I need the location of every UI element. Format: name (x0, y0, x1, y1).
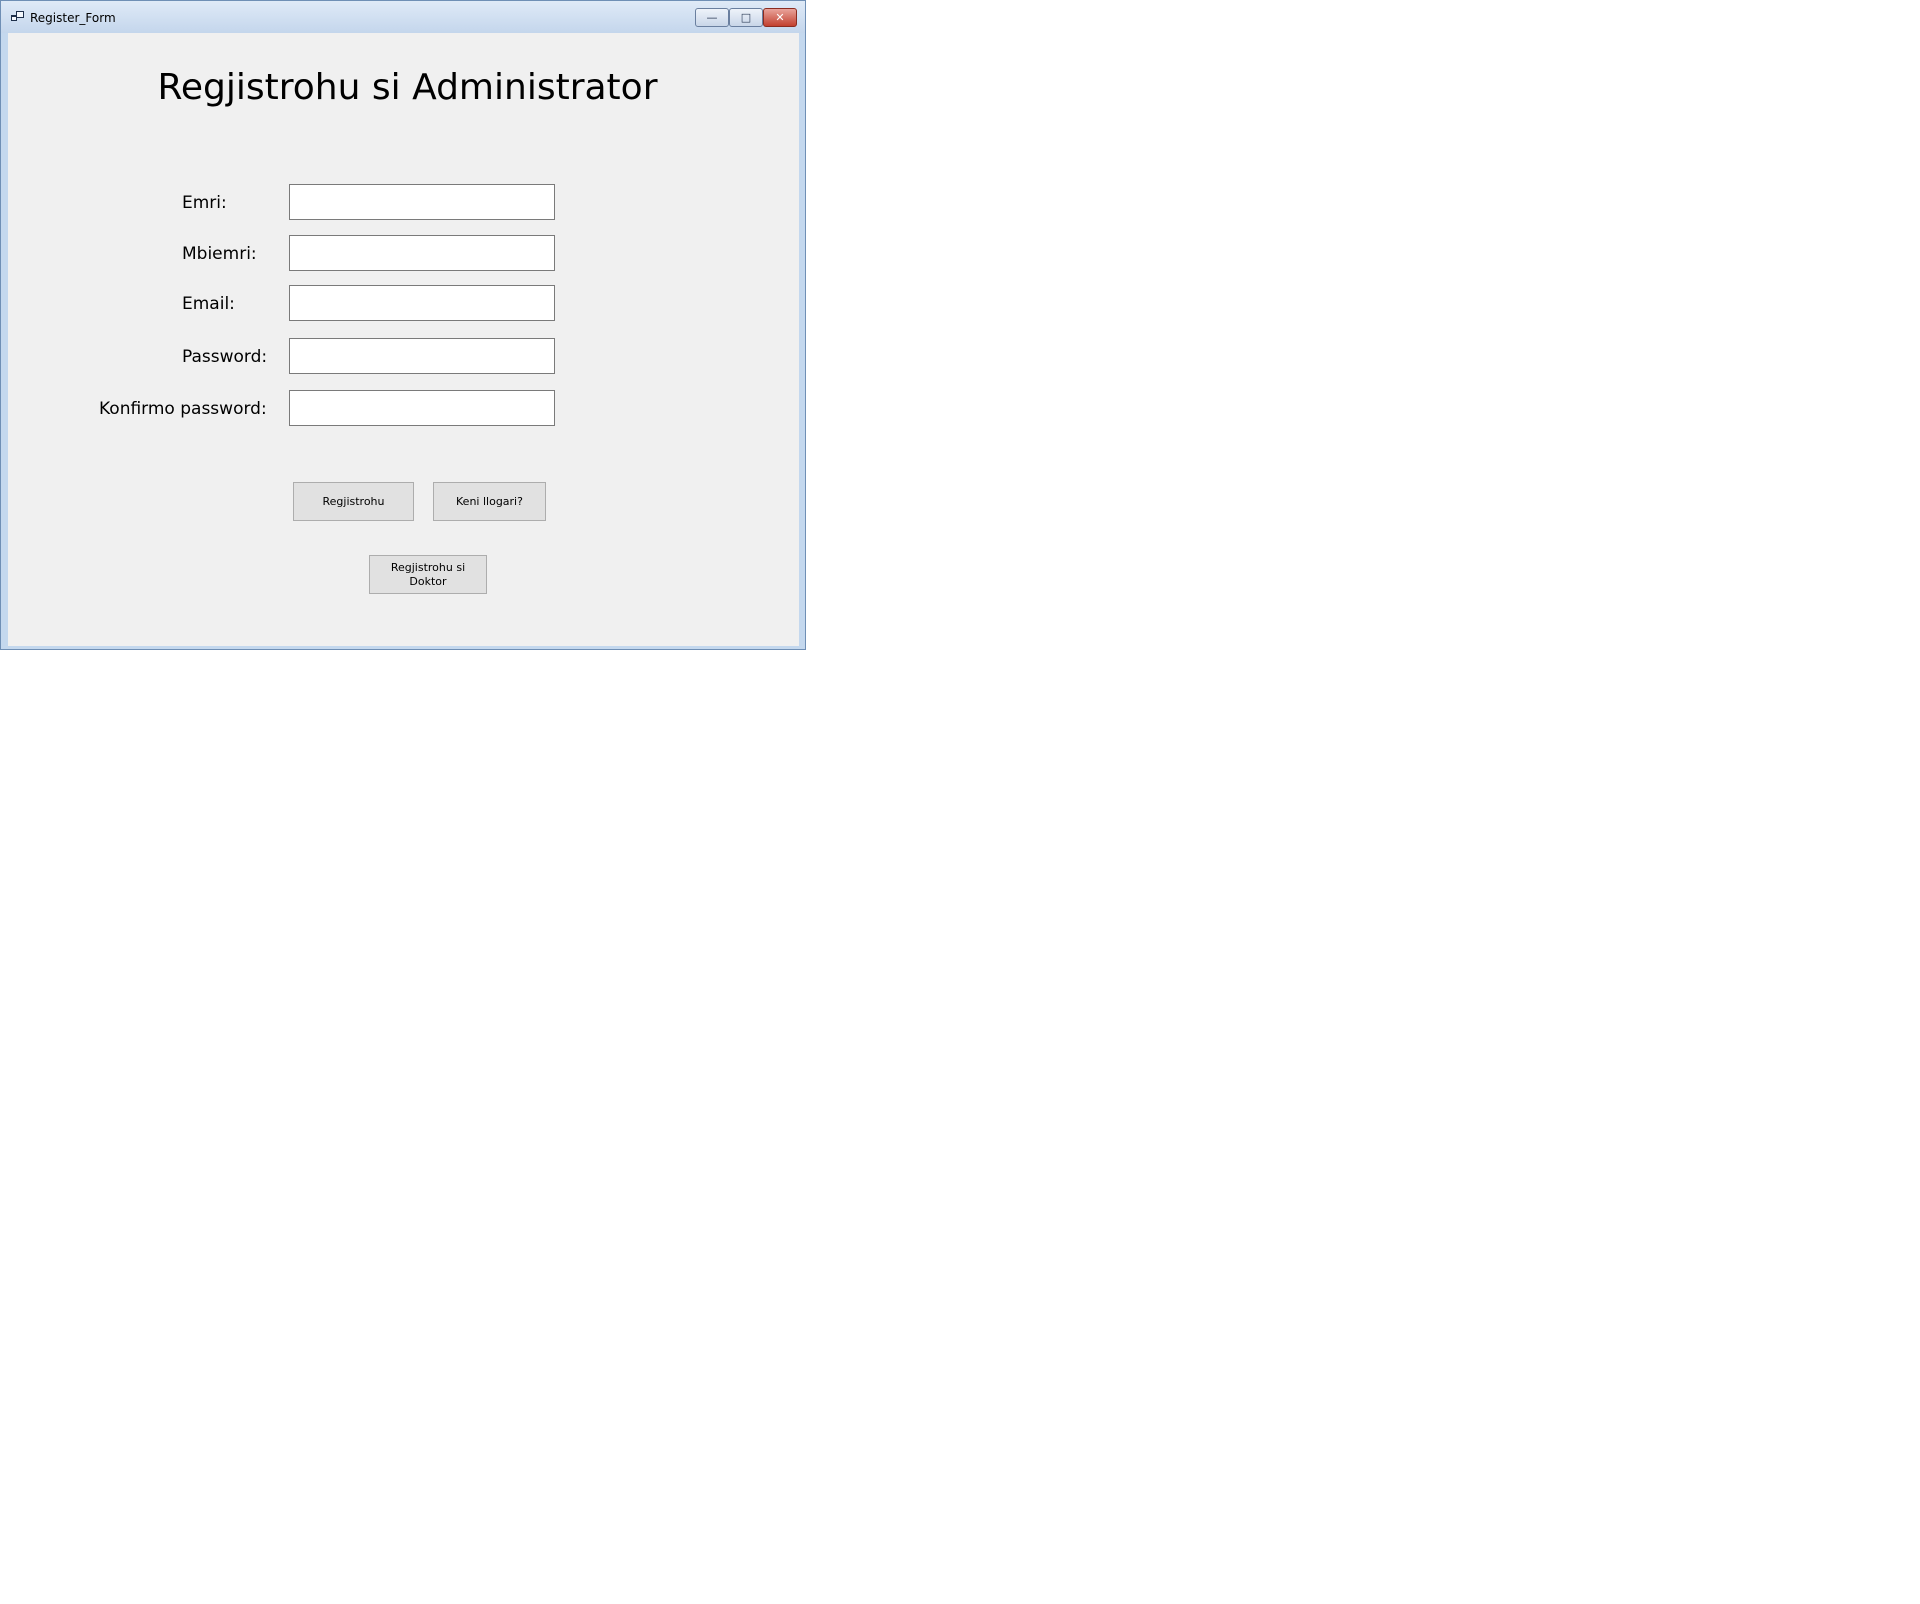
email-label: Email: (182, 294, 235, 314)
minimize-button[interactable]: — (695, 8, 729, 27)
have-account-button[interactable]: Keni llogari? (433, 482, 546, 521)
have-account-button-label: Keni llogari? (456, 494, 523, 508)
last-name-input[interactable] (289, 235, 555, 271)
window-title: Register_Form (30, 11, 116, 25)
register-button[interactable]: Regjistrohu (293, 482, 414, 521)
register-form-window: Register_Form — □ ✕ Regjistrohu si Admin… (0, 0, 806, 650)
maximize-button[interactable]: □ (729, 8, 763, 27)
minimize-icon: — (706, 11, 718, 24)
app-icon (11, 11, 24, 21)
close-button[interactable]: ✕ (763, 8, 797, 27)
email-input[interactable] (289, 285, 555, 321)
register-doctor-button[interactable]: Regjistrohu si Doktor (369, 555, 487, 594)
maximize-icon: □ (740, 11, 752, 24)
password-label: Password: (182, 347, 268, 367)
password-input[interactable] (289, 338, 555, 374)
last-name-label: Mbiemri: (182, 244, 257, 264)
close-icon: ✕ (775, 11, 785, 24)
page-title: Regjistrohu si Administrator (157, 67, 658, 108)
register-button-label: Regjistrohu (322, 494, 385, 508)
title-bar[interactable]: Register_Form — □ ✕ (1, 1, 805, 33)
first-name-label: Emri: (182, 193, 227, 213)
first-name-input[interactable] (289, 184, 555, 220)
confirm-password-input[interactable] (289, 390, 555, 426)
form-client-area: Regjistrohu si Administrator Emri: Mbiem… (8, 33, 799, 646)
register-doctor-button-label: Regjistrohu si Doktor (390, 560, 466, 588)
confirm-password-label: Konfirmo password: (99, 399, 267, 419)
